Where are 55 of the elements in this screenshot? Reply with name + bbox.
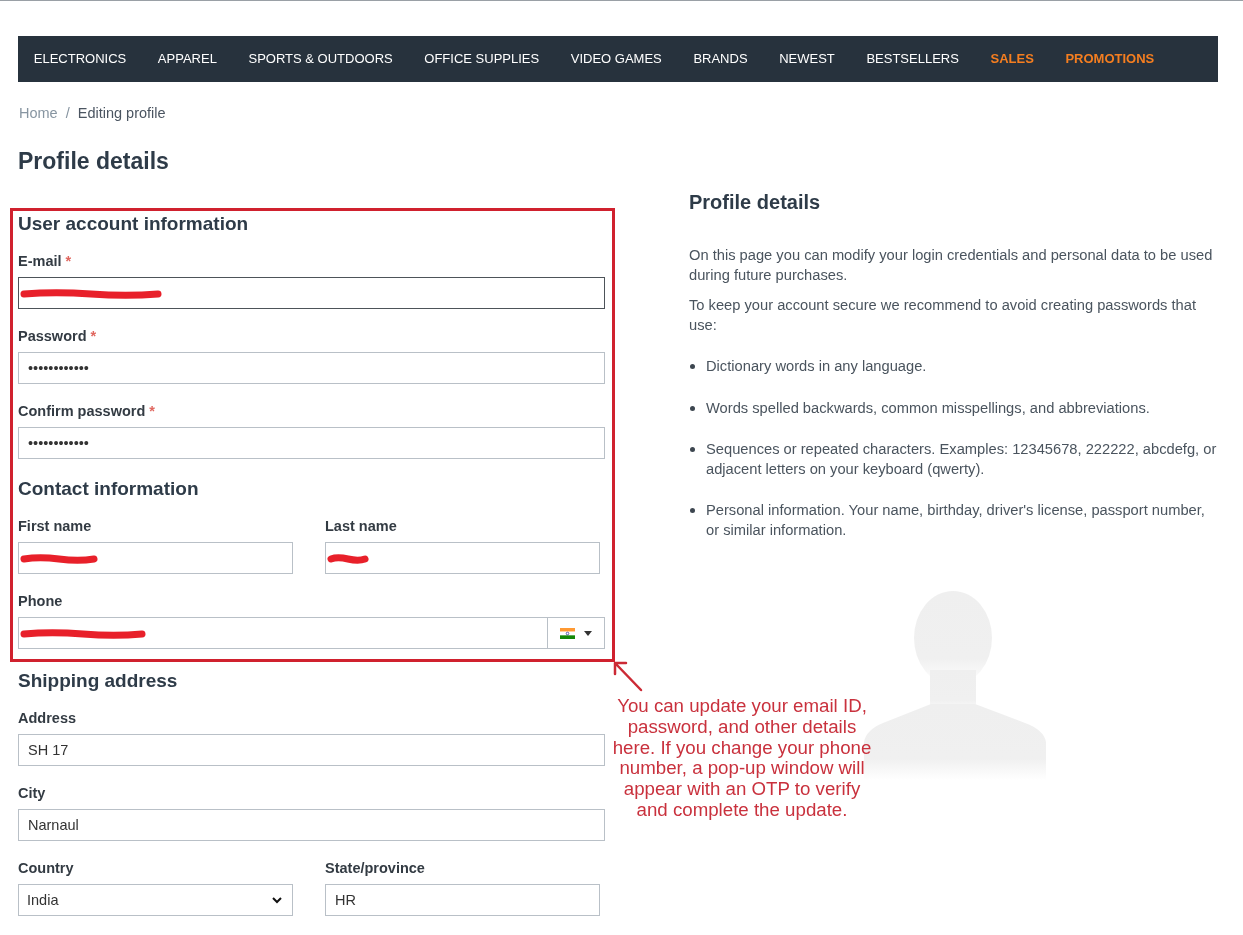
flag-icon <box>560 627 575 639</box>
password-input[interactable]: •••••••••••• <box>18 352 605 384</box>
section-heading: User account information <box>18 212 250 236</box>
breadcrumb-separator: / <box>65 104 70 123</box>
caret-icon <box>584 630 592 636</box>
sidebar-heading: Profile details <box>689 190 822 214</box>
field-label: State/province <box>325 860 425 876</box>
tip-text: Words spelled backwards, common misspellings, and abbreviations. <box>706 398 1150 418</box>
text-input[interactable]: HR <box>325 884 600 916</box>
password-input[interactable]: •••••••••••• <box>18 427 605 459</box>
nav-link[interactable]: SPORTS & OUTDOORS <box>232 36 409 82</box>
text-input[interactable]: Narnaul <box>18 809 605 841</box>
annotation-note: You can update your email ID, password, and other details here. If you change your phone number, a pop-up window will appear with an OTP to verify and complete the update. <box>611 696 873 821</box>
info-paragraph: On this page you can modify your login credentials and personal data to be used during future purchases. <box>689 246 1214 285</box>
nav-link[interactable]: APPAREL <box>142 36 233 82</box>
field-label: First name <box>18 518 92 534</box>
chevron-down-icon <box>272 896 282 904</box>
field-label: City <box>18 785 46 801</box>
required-mark: * <box>149 403 155 419</box>
field-label: Password <box>18 328 87 344</box>
text-input[interactable]: SH 17 <box>18 734 605 766</box>
tip-text: Sequences or repeated characters. Examples: 12345678, 222222, abcdefg, or adjacent letters on your keyboard (qwerty). <box>706 440 1218 479</box>
nav-link[interactable]: BRANDS <box>677 36 764 82</box>
text-input[interactable] <box>325 542 600 574</box>
nav-link[interactable]: SALES <box>974 36 1050 82</box>
nav-link[interactable]: VIDEO GAMES <box>554 36 678 82</box>
bullet-icon <box>690 364 695 369</box>
required-mark: * <box>65 253 72 269</box>
field-label: Address <box>18 710 77 726</box>
text-input[interactable] <box>18 542 293 574</box>
field-label: Phone <box>18 593 63 609</box>
nav-link[interactable]: ELECTRONICS <box>18 36 143 82</box>
page-title: Profile details <box>18 147 170 176</box>
text-input[interactable] <box>18 277 605 309</box>
field-label: E-mail <box>18 253 62 269</box>
tip-text: Personal information. Your name, birthday, driver's license, passport number, or similar information. <box>706 501 1206 540</box>
field-label: Confirm password <box>18 403 146 419</box>
field-label: Last name <box>325 518 397 534</box>
phone-input[interactable] <box>18 617 548 649</box>
bullet-icon <box>690 447 695 452</box>
nav-link[interactable]: PROMOTIONS <box>1049 36 1171 82</box>
tip-text: Dictionary words in any language. <box>706 357 927 376</box>
bullet-icon <box>690 508 695 513</box>
nav-link[interactable]: BESTSELLERS <box>850 36 975 82</box>
breadcrumb-current: Editing profile <box>77 104 166 123</box>
required-mark: * <box>90 328 97 344</box>
nav-link[interactable]: OFFICE SUPPLIES <box>408 36 555 82</box>
country-select[interactable]: India <box>18 884 293 916</box>
section-heading: Contact information <box>18 477 200 501</box>
info-paragraph: To keep your account secure we recommend to avoid creating passwords that use: <box>689 296 1197 335</box>
nav-link[interactable]: NEWEST <box>763 36 851 82</box>
country-code-dropdown[interactable] <box>548 617 605 649</box>
field-label: Country <box>18 860 74 876</box>
section-heading: Shipping address <box>18 669 179 693</box>
bullet-icon <box>690 405 695 411</box>
